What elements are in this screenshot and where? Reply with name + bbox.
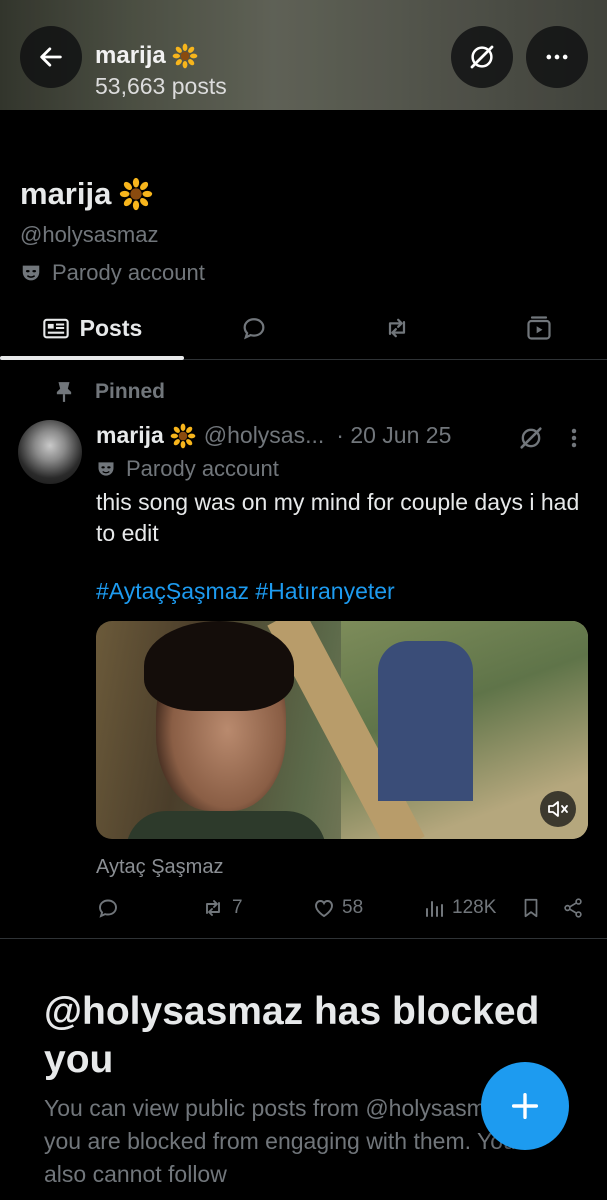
back-arrow-icon — [40, 47, 62, 67]
parody-badge: Parody account — [20, 260, 205, 286]
reply-button[interactable] — [96, 896, 126, 920]
bookmark-icon — [524, 898, 538, 918]
pinned-indicator: Pinned — [55, 380, 165, 404]
post-author-name[interactable]: marija — [96, 422, 164, 449]
more-options-button[interactable] — [526, 26, 588, 88]
post-actions: 7 58 128K — [96, 896, 592, 926]
profile-handle: @holysasmaz — [20, 222, 159, 247]
post-header: marija @holysas... · 20 Jun 25 — [96, 422, 451, 449]
parody-label: Parody account — [52, 260, 205, 285]
tab-selected-indicator — [0, 356, 184, 360]
heart-icon — [315, 900, 333, 918]
video-subject-body — [126, 811, 326, 839]
profile-info: marija @holysasmaz Parody account — [20, 176, 205, 286]
mute-button[interactable] — [540, 791, 576, 827]
post-parody-label: Parody account — [126, 456, 279, 481]
post-count: 53,663 posts — [95, 73, 227, 99]
mask-icon — [22, 265, 40, 281]
tab-reposts[interactable] — [324, 296, 470, 360]
sunflower-icon — [172, 43, 198, 69]
repost-icon — [206, 900, 220, 916]
like-button[interactable]: 58 — [312, 896, 363, 920]
repost-button[interactable]: 7 — [200, 896, 243, 920]
muted-speaker-icon — [548, 801, 568, 817]
reply-icon — [243, 318, 265, 340]
video-background-person — [378, 641, 473, 801]
post-date[interactable]: · 20 Jun 25 — [336, 422, 451, 449]
post-divider — [0, 938, 607, 939]
header-name: marija — [95, 42, 166, 69]
grok-button[interactable] — [451, 26, 513, 88]
mask-icon — [98, 462, 114, 476]
post-author-handle[interactable]: @holysas... — [204, 422, 325, 449]
repost-count: 7 — [232, 897, 243, 918]
more-dots-icon — [546, 54, 568, 60]
media-caption: Aytaç Şaşmaz — [96, 856, 224, 878]
header-info: marija 53,663 posts — [95, 42, 227, 100]
pin-icon — [56, 382, 72, 402]
pinned-label: Pinned — [95, 380, 166, 403]
reply-icon — [99, 899, 117, 918]
tab-replies[interactable] — [184, 296, 324, 360]
views-chart-icon — [426, 901, 443, 917]
back-button[interactable] — [20, 26, 82, 88]
bookmark-button[interactable] — [520, 896, 542, 920]
tab-posts[interactable]: Posts — [0, 296, 184, 360]
share-button[interactable] — [562, 896, 584, 920]
posts-icon — [42, 318, 69, 339]
post-video[interactable] — [96, 621, 588, 839]
post-more-icon[interactable] — [565, 424, 583, 452]
author-avatar[interactable] — [18, 420, 82, 484]
repost-icon — [388, 318, 406, 338]
media-icon — [526, 316, 551, 340]
view-count: 128K — [452, 897, 497, 918]
grok-icon[interactable] — [517, 424, 545, 452]
post-hashtags[interactable]: #AytaçŞaşmaz #Hatıranyeter — [96, 578, 395, 605]
profile-banner — [0, 0, 607, 110]
grok-icon — [470, 45, 494, 69]
tab-posts-label: Posts — [79, 314, 143, 341]
post-text: this song was on my mind for couple days… — [96, 489, 580, 546]
like-count: 58 — [342, 897, 364, 918]
post-parody-badge: Parody account — [96, 456, 279, 482]
share-icon — [564, 898, 582, 918]
sunflower-icon — [120, 177, 153, 211]
views-button[interactable]: 128K — [422, 896, 496, 920]
compose-post-button[interactable] — [481, 1062, 569, 1150]
plus-icon — [511, 1092, 539, 1120]
video-subject-hair — [144, 621, 294, 711]
tab-media[interactable] — [470, 296, 607, 360]
blocked-title: @holysasmaz has blocked you — [44, 990, 540, 1081]
profile-name: marija — [20, 176, 112, 211]
profile-tabs: Posts — [0, 296, 607, 360]
sunflower-icon — [170, 423, 196, 448]
